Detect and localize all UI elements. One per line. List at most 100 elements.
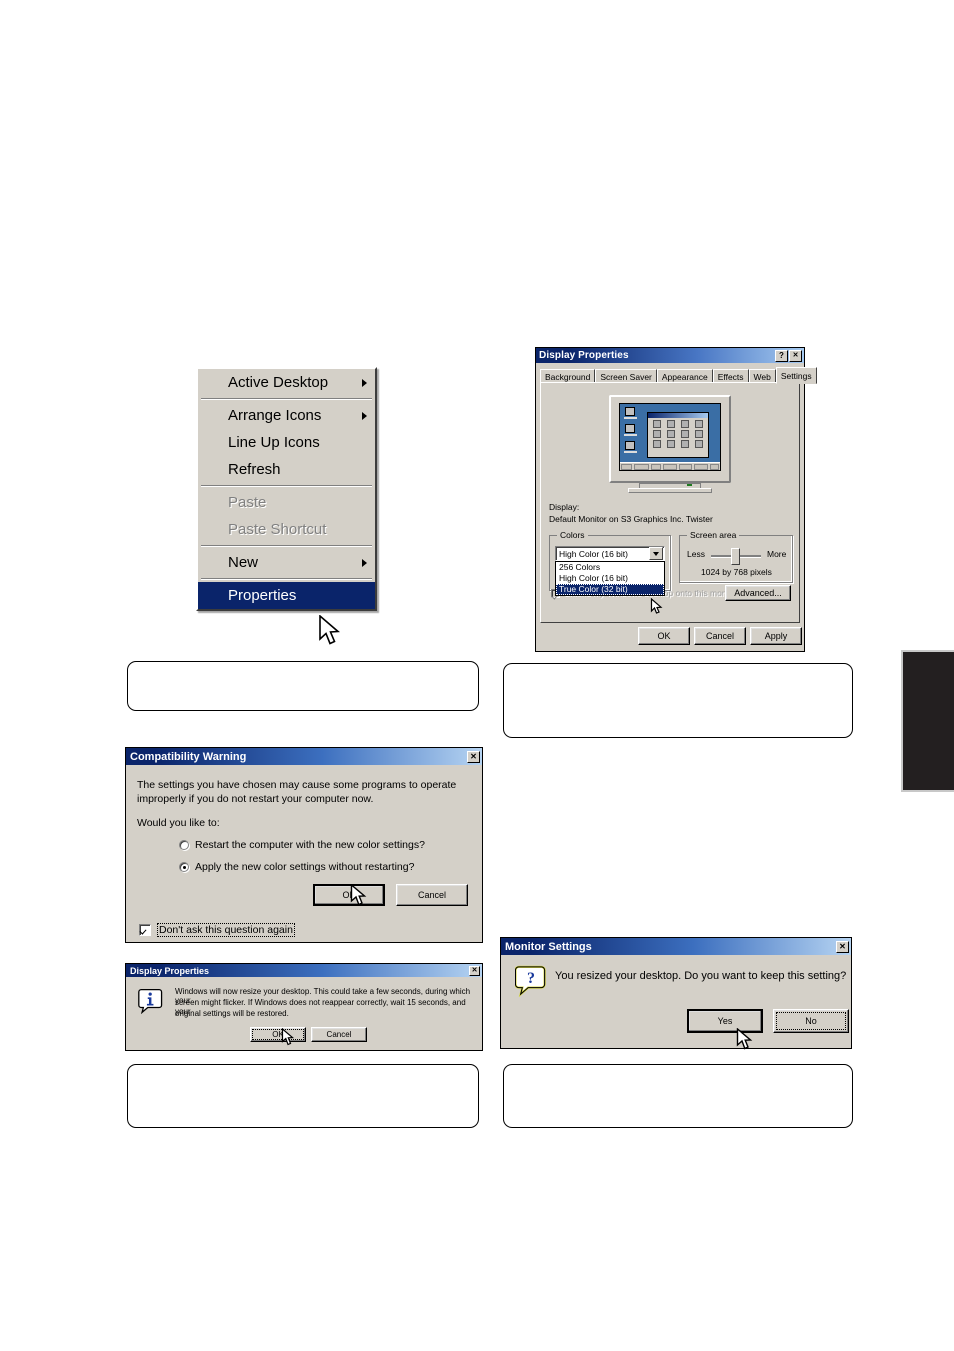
dont-ask-again-label: Don't ask this question again [157,923,295,937]
menu-item-label: Active Desktop [228,374,329,391]
colors-group-title: Colors [557,530,588,540]
close-icon[interactable]: ✕ [836,940,849,953]
menu-item-active-desktop[interactable]: Active Desktop [198,369,375,396]
screen-area-slider-thumb[interactable] [731,548,740,565]
menu-item-label: Refresh [228,461,281,478]
screen-area-group-title: Screen area [687,530,740,540]
desktop-context-menu[interactable]: Active Desktop Arrange Icons Line Up Ico… [196,367,377,611]
color-depth-value: High Color (16 bit) [559,548,628,559]
monitor-screen [619,403,721,471]
close-icon[interactable]: ✕ [789,349,802,362]
caption-box-right-top [503,663,853,738]
monitor-preview [609,395,731,493]
page-canvas: Active Desktop Arrange Icons Line Up Ico… [0,0,954,1351]
chevron-down-icon[interactable] [649,547,663,560]
monitor-bezel [609,395,731,483]
display-properties-dialog: Display Properties ? ✕ Background Screen… [535,347,817,652]
menu-item-line-up-icons[interactable]: Line Up Icons [198,429,375,456]
menu-item-paste: Paste [198,489,375,516]
radio-label: Apply the new color settings without res… [195,861,415,873]
question-icon: ? [515,965,546,997]
menu-item-label: Paste Shortcut [228,521,327,538]
resize-text-line3: original settings will be restored. [175,1009,289,1018]
menu-item-refresh[interactable]: Refresh [198,456,375,483]
menu-item-properties[interactable]: Properties [198,582,375,609]
menu-item-label: Properties [228,587,297,604]
yes-button-label: Yes [717,1016,733,1026]
info-icon [138,988,163,1014]
tab-background[interactable]: Background [540,369,596,383]
submenu-arrow-icon [362,378,367,387]
tab-screen-saver[interactable]: Screen Saver [595,369,657,383]
no-button-label: No [805,1016,817,1026]
tab-settings[interactable]: Settings [775,367,817,384]
close-icon[interactable]: ✕ [469,965,480,976]
menu-item-label: Line Up Icons [228,434,320,451]
compatibility-warning-body: The settings you have chosen may cause s… [126,765,482,944]
cancel-button[interactable]: Cancel [311,1027,367,1042]
display-resize-body: Windows will now resize your desktop. Th… [126,977,482,1050]
yes-button[interactable]: Yes [687,1009,763,1033]
display-label: Display: [549,502,580,512]
option-high-color[interactable]: High Color (16 bit) [556,573,664,584]
menu-separator [201,578,372,580]
menu-item-paste-shortcut: Paste Shortcut [198,516,375,543]
radio-label: Restart the computer with the new color … [195,839,425,851]
preview-desktop-icons [623,407,637,458]
window-title: Display Properties [539,350,629,361]
monitor-settings-body: ? You resized your desktop. Do you want … [501,955,851,1050]
option-true-color[interactable]: True Color (32 bit) [556,584,664,595]
tab-effects[interactable]: Effects [712,369,749,383]
color-depth-combobox[interactable]: High Color (16 bit) [555,546,665,561]
tab-appearance[interactable]: Appearance [656,369,713,383]
settings-tabstrip[interactable]: Background Screen Saver Appearance Effec… [540,367,817,384]
cancel-button[interactable]: Cancel [694,627,746,645]
caption-box-left-top [127,661,479,711]
radio-restart-computer[interactable]: Restart the computer with the new color … [179,839,425,851]
display-resize-titlebar[interactable]: Display Properties ✕ [126,964,482,977]
menu-item-label: Arrange Icons [228,407,322,424]
warning-text-line1: The settings you have chosen may cause s… [137,779,457,791]
window-title: Monitor Settings [505,940,592,953]
display-resize-dialog: Display Properties ✕ Windows will now re… [125,963,483,1051]
no-button[interactable]: No [773,1009,849,1033]
caption-box-left-bottom [127,1064,479,1128]
screen-area-more-label: More [767,549,787,559]
mouse-cursor-icon [319,615,341,645]
radio-button[interactable] [179,840,189,850]
settings-tab-panel: Display: Default Monitor on S3 Graphics … [540,382,800,623]
help-button[interactable]: ? [775,349,788,362]
radio-apply-without-restart[interactable]: Apply the new color settings without res… [179,861,414,873]
radio-button[interactable] [179,862,189,872]
close-icon[interactable]: ✕ [467,750,480,763]
submenu-arrow-icon [362,411,367,420]
ok-button[interactable]: OK [638,627,690,645]
screen-resolution-value: 1024 by 768 pixels [701,567,772,577]
dont-ask-again-checkbox[interactable] [139,924,151,936]
ok-button[interactable]: OK [250,1027,306,1042]
menu-item-arrange-icons[interactable]: Arrange Icons [198,402,375,429]
advanced-button[interactable]: Advanced... [725,585,791,601]
tab-web[interactable]: Web [748,369,776,383]
menu-item-new[interactable]: New [198,549,375,576]
display-properties-titlebar[interactable]: Display Properties ? ✕ [536,348,804,363]
window-title: Display Properties [130,965,210,976]
dont-ask-again-row[interactable]: Don't ask this question again [139,923,295,937]
svg-text:?: ? [527,970,535,987]
menu-separator [201,398,372,400]
apply-button[interactable]: Apply [750,627,802,645]
monitor-settings-titlebar[interactable]: Monitor Settings ✕ [501,938,851,955]
preview-taskbar [620,462,720,470]
compatibility-warning-titlebar[interactable]: Compatibility Warning ✕ [126,748,482,765]
cancel-button[interactable]: Cancel [396,884,468,906]
warning-text-line2: improperly if you do not restart your co… [137,793,374,805]
display-adapter-value: Default Monitor on S3 Graphics Inc. Twis… [549,514,713,524]
option-256-colors[interactable]: 256 Colors [556,562,664,573]
ok-button[interactable]: OK [313,884,385,906]
menu-item-label: Paste [228,494,267,511]
page-edge-marker [901,650,954,792]
menu-separator [201,545,372,547]
compatibility-warning-dialog: Compatibility Warning ✕ The settings you… [125,747,483,943]
color-depth-dropdown-list[interactable]: 256 Colors High Color (16 bit) True Colo… [555,561,665,596]
screen-area-less-label: Less [687,549,705,559]
